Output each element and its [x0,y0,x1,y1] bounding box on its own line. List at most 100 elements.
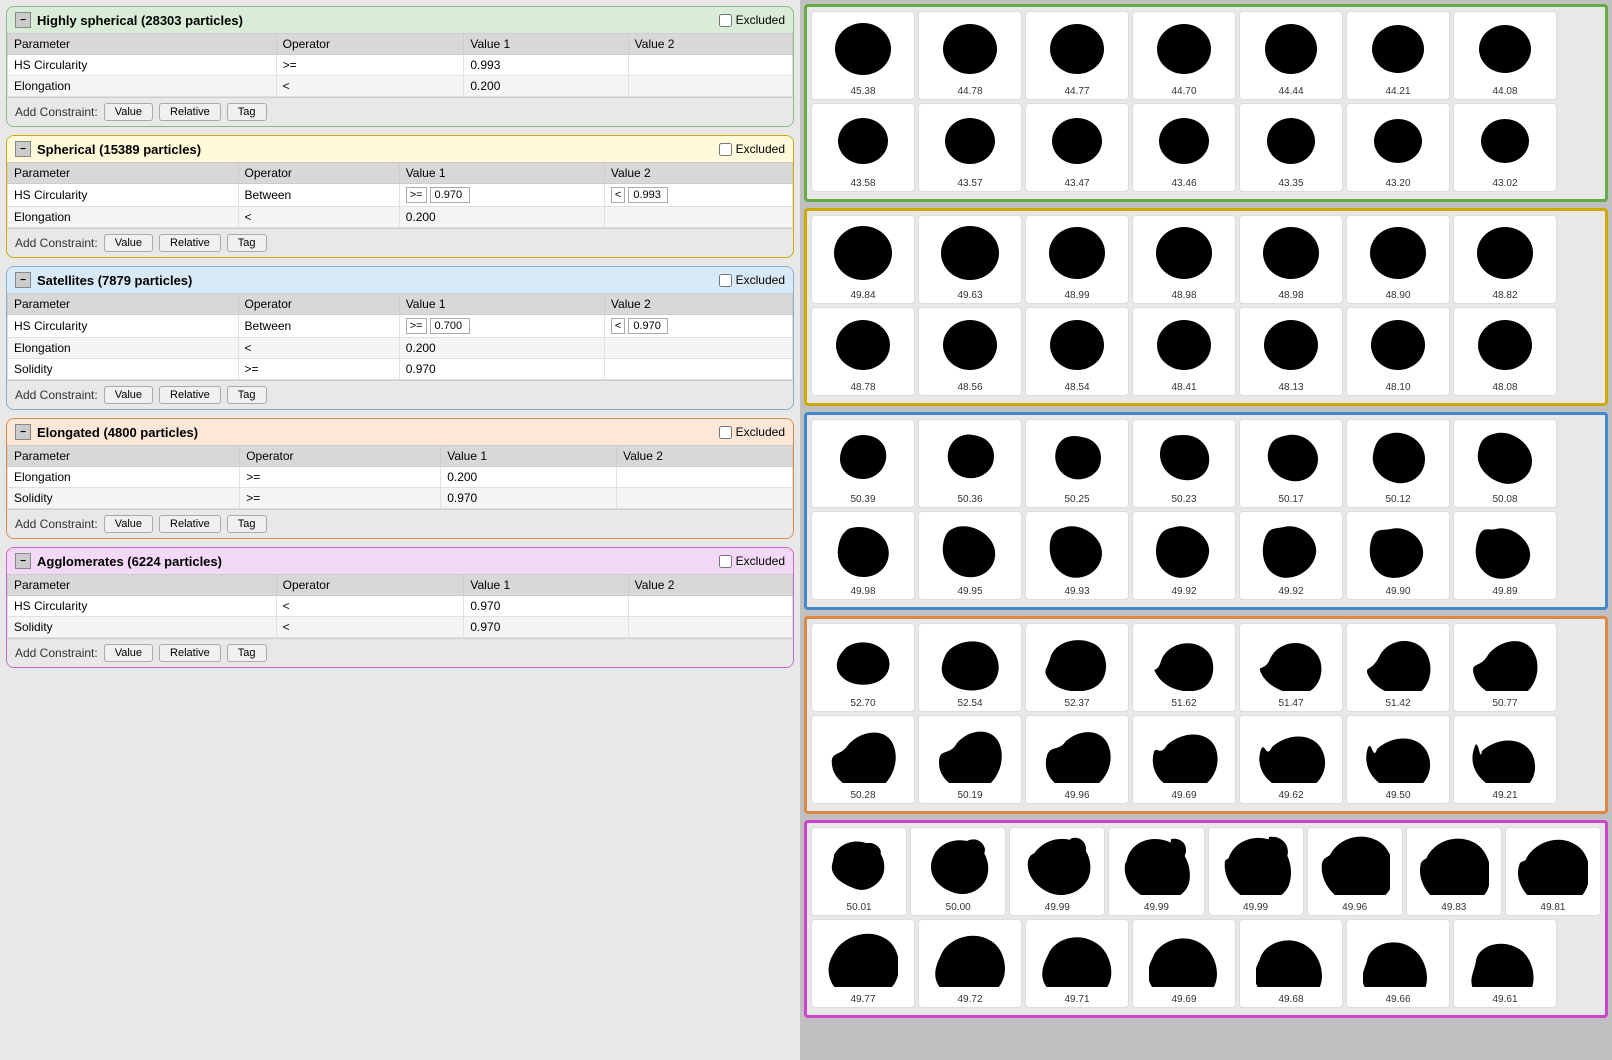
particle-item[interactable]: 49.62 [1239,715,1343,804]
particle-item[interactable]: 50.23 [1132,419,1236,508]
collapse-btn-satellites[interactable]: − [15,272,31,288]
particle-item[interactable]: 48.98 [1239,215,1343,304]
particle-item[interactable]: 50.17 [1239,419,1343,508]
particle-item[interactable]: 52.54 [918,623,1022,712]
particle-item[interactable]: 48.90 [1346,215,1450,304]
particle-item[interactable]: 50.08 [1453,419,1557,508]
particle-item[interactable]: 49.96 [1025,715,1129,804]
particle-item[interactable]: 49.61 [1453,919,1557,1008]
particle-item[interactable]: 50.00 [910,827,1006,916]
particle-item[interactable]: 50.12 [1346,419,1450,508]
tag-btn-elongated[interactable]: Tag [227,515,267,533]
particle-item[interactable]: 44.08 [1453,11,1557,100]
particle-item[interactable]: 48.13 [1239,307,1343,396]
particle-item[interactable]: 49.90 [1346,511,1450,600]
op-cell: < [276,617,464,638]
particle-item[interactable]: 44.78 [918,11,1022,100]
particle-item[interactable]: 49.99 [1108,827,1204,916]
value-btn-spherical[interactable]: Value [104,234,153,252]
particle-item[interactable]: 51.47 [1239,623,1343,712]
particle-item[interactable]: 49.63 [918,215,1022,304]
particle-item[interactable]: 52.37 [1025,623,1129,712]
particle-item[interactable]: 49.69 [1132,919,1236,1008]
particle-item[interactable]: 49.72 [918,919,1022,1008]
particle-item[interactable]: 43.20 [1346,103,1450,192]
value-btn-elongated[interactable]: Value [104,515,153,533]
particle-item[interactable]: 44.70 [1132,11,1236,100]
particle-item[interactable]: 49.99 [1208,827,1304,916]
particle-item[interactable]: 43.47 [1025,103,1129,192]
particle-item[interactable]: 49.92 [1132,511,1236,600]
collapse-btn-highly-spherical[interactable]: − [15,12,31,28]
relative-btn-satellites[interactable]: Relative [159,386,221,404]
particle-item[interactable]: 48.82 [1453,215,1557,304]
particle-item[interactable]: 51.42 [1346,623,1450,712]
particle-item[interactable]: 50.01 [811,827,907,916]
relative-btn-agglomerates[interactable]: Relative [159,644,221,662]
particle-item[interactable]: 43.02 [1453,103,1557,192]
particle-item[interactable]: 49.99 [1009,827,1105,916]
particle-item[interactable]: 51.62 [1132,623,1236,712]
particle-item[interactable]: 49.68 [1239,919,1343,1008]
particle-item[interactable]: 44.21 [1346,11,1450,100]
tag-btn-satellites[interactable]: Tag [227,386,267,404]
particle-item[interactable]: 49.96 [1307,827,1403,916]
tag-btn-spherical[interactable]: Tag [227,234,267,252]
particle-item[interactable]: 48.10 [1346,307,1450,396]
particle-item[interactable]: 48.56 [918,307,1022,396]
image-grid-agglomerates: 50.01 50.00 49.99 49.99 [804,820,1608,1018]
excluded-checkbox-satellites[interactable] [719,274,732,287]
tag-btn-hs[interactable]: Tag [227,103,267,121]
particle-item[interactable]: 48.78 [811,307,915,396]
particle-item[interactable]: 48.08 [1453,307,1557,396]
particle-item[interactable]: 50.36 [918,419,1022,508]
particle-item[interactable]: 48.99 [1025,215,1129,304]
collapse-btn-elongated[interactable]: − [15,424,31,440]
relative-btn-spherical[interactable]: Relative [159,234,221,252]
excluded-checkbox-elongated[interactable] [719,426,732,439]
particle-item[interactable]: 49.89 [1453,511,1557,600]
particle-item[interactable]: 44.44 [1239,11,1343,100]
particle-item[interactable]: 49.71 [1025,919,1129,1008]
particle-label: 43.57 [957,178,982,189]
particle-item[interactable]: 48.98 [1132,215,1236,304]
particle-item[interactable]: 49.92 [1239,511,1343,600]
particle-item[interactable]: 49.84 [811,215,915,304]
particle-item[interactable]: 43.57 [918,103,1022,192]
relative-btn-hs[interactable]: Relative [159,103,221,121]
particle-item[interactable]: 50.28 [811,715,915,804]
particle-item[interactable]: 49.77 [811,919,915,1008]
particle-item[interactable]: 50.19 [918,715,1022,804]
excluded-checkbox-spherical[interactable] [719,143,732,156]
value-btn-satellites[interactable]: Value [104,386,153,404]
particle-item[interactable]: 44.77 [1025,11,1129,100]
particle-item[interactable]: 49.21 [1453,715,1557,804]
particle-item[interactable]: 49.69 [1132,715,1236,804]
value-btn-hs[interactable]: Value [104,103,153,121]
relative-btn-elongated[interactable]: Relative [159,515,221,533]
particle-item[interactable]: 49.83 [1406,827,1502,916]
particle-item[interactable]: 49.95 [918,511,1022,600]
particle-item[interactable]: 50.39 [811,419,915,508]
particle-item[interactable]: 50.25 [1025,419,1129,508]
particle-item[interactable]: 49.98 [811,511,915,600]
particle-item[interactable]: 49.50 [1346,715,1450,804]
collapse-btn-agglomerates[interactable]: − [15,553,31,569]
particle-item[interactable]: 43.46 [1132,103,1236,192]
collapse-btn-spherical[interactable]: − [15,141,31,157]
particle-item[interactable]: 45.38 [811,11,915,100]
tag-btn-agglomerates[interactable]: Tag [227,644,267,662]
particle-item[interactable]: 48.41 [1132,307,1236,396]
group-header-elongated: − Elongated (4800 particles) Excluded [7,419,793,445]
particle-item[interactable]: 52.70 [811,623,915,712]
excluded-checkbox-highly-spherical[interactable] [719,14,732,27]
particle-item[interactable]: 49.93 [1025,511,1129,600]
particle-item[interactable]: 43.58 [811,103,915,192]
particle-item[interactable]: 49.66 [1346,919,1450,1008]
value-btn-agglomerates[interactable]: Value [104,644,153,662]
particle-item[interactable]: 48.54 [1025,307,1129,396]
excluded-checkbox-agglomerates[interactable] [719,555,732,568]
particle-item[interactable]: 50.77 [1453,623,1557,712]
particle-item[interactable]: 49.81 [1505,827,1601,916]
particle-item[interactable]: 43.35 [1239,103,1343,192]
